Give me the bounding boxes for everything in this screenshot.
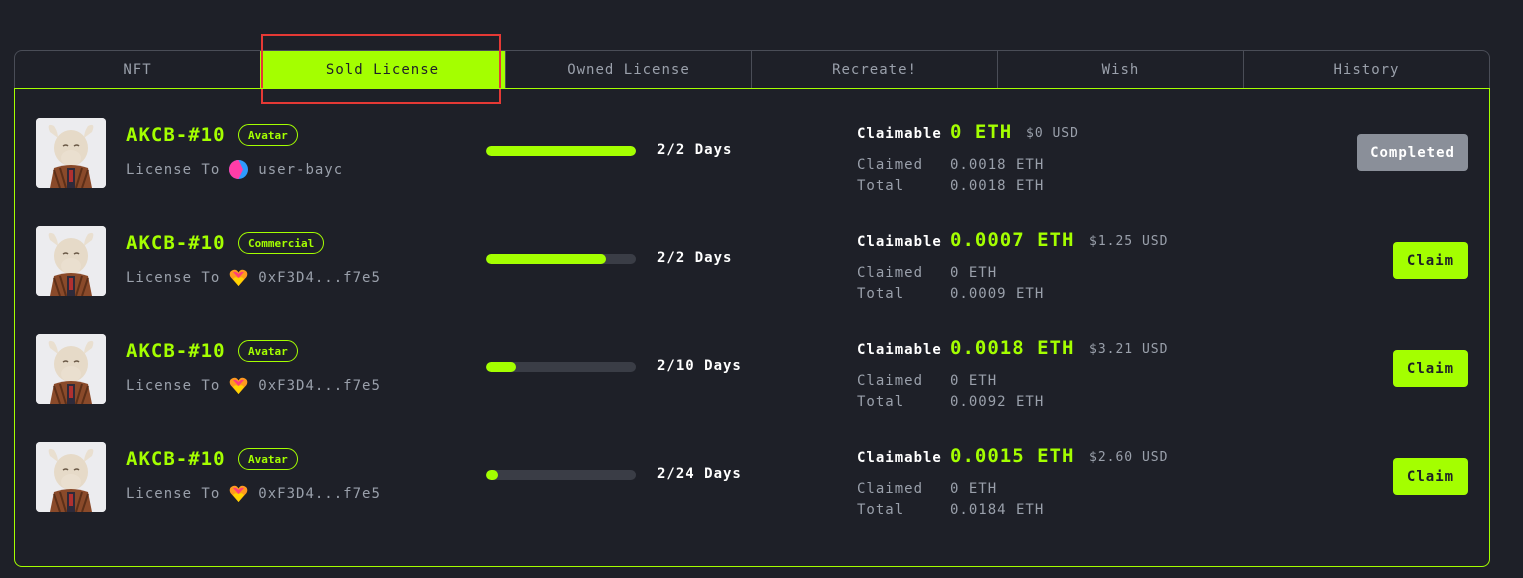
license-type-badge: Avatar — [238, 340, 298, 362]
claim-button[interactable]: Claim — [1393, 242, 1468, 279]
total-value: 0.0092 ETH — [950, 394, 1045, 410]
tab-sold-license[interactable]: Sold License — [260, 51, 505, 88]
license-type-badge: Avatar — [238, 124, 298, 146]
claim-button[interactable]: Claim — [1393, 458, 1468, 495]
total-label: Total — [857, 286, 905, 302]
total-label: Total — [857, 394, 905, 410]
sold-license-list: AKCB-#10 Avatar License To user-bayc 2/2… — [14, 88, 1490, 567]
license-days: 2/2 Days — [657, 250, 733, 266]
goat-character-icon — [36, 442, 106, 512]
nft-title: AKCB-#10 — [126, 340, 226, 362]
nft-title: AKCB-#10 — [126, 124, 226, 146]
nft-avatar[interactable] — [36, 334, 106, 404]
nft-title: AKCB-#10 — [126, 448, 226, 470]
license-recipient: License To 0xF3D4...f7e5 — [126, 268, 381, 287]
license-recipient: License To 0xF3D4...f7e5 — [126, 484, 381, 503]
claimed-label: Claimed — [857, 373, 924, 389]
license-row: AKCB-#10 Commercial License To 0xF3D4...… — [15, 226, 1489, 302]
claimed-label: Claimed — [857, 481, 924, 497]
total-label: Total — [857, 502, 905, 518]
license-to-label: License To — [126, 269, 221, 286]
tab-wish[interactable]: Wish — [997, 51, 1243, 88]
claimed-value: 0.0018 ETH — [950, 157, 1045, 173]
tab-bar: NFT Sold License Owned License Recreate!… — [14, 50, 1490, 88]
license-type-badge: Commercial — [238, 232, 325, 254]
license-to-label: License To — [126, 161, 221, 178]
recipient-address[interactable]: 0xF3D4...f7e5 — [258, 486, 381, 502]
license-type-badge: Avatar — [238, 448, 298, 470]
colorful-heart-icon — [229, 376, 248, 395]
claimable-amount: 0.0007 ETH — [950, 229, 1075, 251]
claimable-amount: 0.0015 ETH — [950, 445, 1075, 467]
license-progress-bar — [486, 254, 636, 264]
claimed-value: 0 ETH — [950, 265, 998, 281]
tab-history[interactable]: History — [1243, 51, 1489, 88]
claimable-usd: $1.25 USD — [1089, 234, 1169, 249]
goat-character-icon — [36, 118, 106, 188]
tab-recreate[interactable]: Recreate! — [751, 51, 997, 88]
claimable-label: Claimable — [857, 234, 942, 250]
license-to-label: License To — [126, 377, 221, 394]
completed-button[interactable]: Completed — [1357, 134, 1468, 171]
license-to-label: License To — [126, 485, 221, 502]
license-progress-fill — [486, 362, 516, 372]
tab-owned-license[interactable]: Owned License — [505, 51, 751, 88]
goat-character-icon — [36, 226, 106, 296]
colorful-heart-icon — [229, 484, 248, 503]
recipient-address[interactable]: 0xF3D4...f7e5 — [258, 378, 381, 394]
total-value: 0.0018 ETH — [950, 178, 1045, 194]
total-label: Total — [857, 178, 905, 194]
license-recipient: License To 0xF3D4...f7e5 — [126, 376, 381, 395]
claimable-usd: $0 USD — [1026, 126, 1079, 141]
license-progress-fill — [486, 254, 606, 264]
license-progress-fill — [486, 470, 499, 480]
recipient-address[interactable]: user-bayc — [258, 162, 343, 178]
goat-character-icon — [36, 334, 106, 404]
pink-blue-avatar-icon — [229, 160, 249, 179]
license-panel-wrapper: NFT Sold License Owned License Recreate!… — [14, 34, 1490, 567]
claimable-amount: 0 ETH — [950, 121, 1013, 143]
claimable-amount: 0.0018 ETH — [950, 337, 1075, 359]
license-row: AKCB-#10 Avatar License To 0xF3D4...f7e5… — [15, 334, 1489, 410]
nft-title: AKCB-#10 — [126, 232, 226, 254]
claimable-label: Claimable — [857, 450, 942, 466]
claimed-label: Claimed — [857, 265, 924, 281]
claimed-label: Claimed — [857, 157, 924, 173]
claim-button[interactable]: Claim — [1393, 350, 1468, 387]
license-progress-bar — [486, 362, 636, 372]
claimable-usd: $3.21 USD — [1089, 342, 1169, 357]
license-progress-fill — [486, 146, 636, 156]
license-days: 2/10 Days — [657, 358, 742, 374]
nft-avatar[interactable] — [36, 118, 106, 188]
total-value: 0.0009 ETH — [950, 286, 1045, 302]
nft-avatar[interactable] — [36, 226, 106, 296]
colorful-heart-icon — [229, 268, 248, 287]
total-value: 0.0184 ETH — [950, 502, 1045, 518]
recipient-address[interactable]: 0xF3D4...f7e5 — [258, 270, 381, 286]
claimable-label: Claimable — [857, 126, 942, 142]
license-days: 2/2 Days — [657, 142, 733, 158]
license-row: AKCB-#10 Avatar License To 0xF3D4...f7e5… — [15, 442, 1489, 518]
nft-avatar[interactable] — [36, 442, 106, 512]
license-row: AKCB-#10 Avatar License To user-bayc 2/2… — [15, 118, 1489, 194]
claimed-value: 0 ETH — [950, 373, 998, 389]
license-recipient: License To user-bayc — [126, 160, 343, 179]
tab-nft[interactable]: NFT — [15, 51, 260, 88]
license-progress-bar — [486, 470, 636, 480]
claimed-value: 0 ETH — [950, 481, 998, 497]
license-days: 2/24 Days — [657, 466, 742, 482]
license-progress-bar — [486, 146, 636, 156]
claimable-usd: $2.60 USD — [1089, 450, 1169, 465]
claimable-label: Claimable — [857, 342, 942, 358]
